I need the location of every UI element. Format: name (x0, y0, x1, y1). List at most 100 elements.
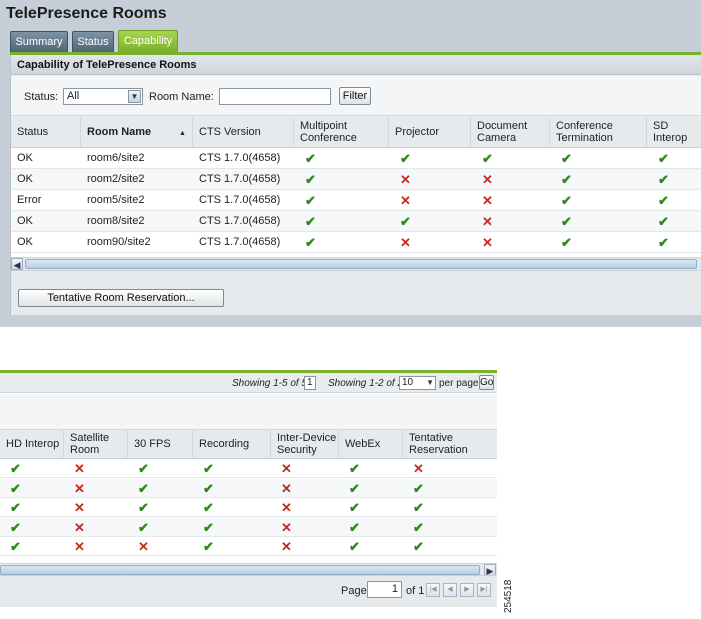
filter-bar: Status: All ▼ Room Name: Filter (11, 76, 701, 116)
scrollbar-thumb[interactable] (25, 259, 697, 269)
last-page-icon[interactable]: ▶| (477, 583, 491, 597)
first-page-icon[interactable]: |◀ (426, 583, 440, 597)
col-header-30-fps[interactable]: 30 FPS (128, 430, 193, 458)
items-count-box: 1 (304, 376, 316, 390)
cross-icon: ✕ (413, 461, 424, 476)
next-page-icon[interactable]: ▶ (460, 583, 474, 597)
room-name-cell: room2/site2 (87, 173, 145, 185)
previous-page-icon[interactable]: ◀ (443, 583, 457, 597)
col-header-document-camera[interactable]: Document Camera (471, 117, 550, 147)
page-title: TelePresence Rooms (6, 5, 167, 22)
chevron-down-icon[interactable]: ▼ (128, 90, 141, 103)
table-row[interactable]: ✔ ✕ ✔ ✔ ✕ ✔ ✔ (0, 517, 497, 537)
table-row[interactable]: Error room5/site2 CTS 1.7.0(4658) ✔ ✕ ✕ ✔ ✔ (11, 190, 701, 211)
check-icon: ✔ (658, 193, 669, 208)
check-icon: ✔ (203, 539, 214, 554)
check-icon: ✔ (305, 214, 316, 229)
room-name-label: Room Name: (149, 91, 214, 103)
top-panel: TelePresence Rooms Summary Status Capabi… (0, 0, 701, 327)
scrollbar-thumb[interactable] (0, 565, 480, 575)
table-row[interactable]: OK room2/site2 CTS 1.7.0(4658) ✔ ✕ ✕ ✔ ✔ (11, 169, 701, 190)
page-number-input[interactable]: 1 (367, 581, 402, 598)
table-row[interactable]: ✔ ✕ ✔ ✔ ✕ ✔ ✔ (0, 498, 497, 517)
page-count-label: of 1 (406, 585, 425, 597)
col-header-cts-version[interactable]: CTS Version (193, 117, 294, 147)
room-name-cell: room6/site2 (87, 152, 145, 164)
check-icon: ✔ (658, 235, 669, 250)
chevron-down-icon[interactable]: ▼ (426, 377, 434, 389)
check-icon: ✔ (413, 519, 424, 535)
cross-icon: ✕ (74, 519, 85, 535)
room-name-cell: room90/site2 (87, 236, 151, 248)
table-row[interactable]: OK room8/site2 CTS 1.7.0(4658) ✔ ✔ ✕ ✔ ✔ (11, 211, 701, 232)
col-header-multipoint[interactable]: Multipoint Conference (294, 117, 389, 147)
cross-icon: ✕ (281, 519, 292, 535)
check-icon: ✔ (349, 500, 360, 515)
table-row[interactable]: OK room6/site2 CTS 1.7.0(4658) ✔ ✔ ✔ ✔ ✔ (11, 148, 701, 169)
check-icon: ✔ (305, 235, 316, 250)
capability-panel: Capability of TelePresence Rooms Status:… (10, 55, 701, 315)
room-name-input[interactable] (219, 88, 331, 105)
check-icon: ✔ (561, 235, 572, 250)
col-header-hd-interop[interactable]: HD Interop (0, 430, 64, 458)
cts-version-cell: CTS 1.7.0(4658) (199, 236, 281, 248)
page-label: Page (341, 585, 367, 597)
check-icon: ✔ (10, 539, 21, 554)
go-button[interactable]: Go (479, 375, 494, 390)
cross-icon: ✕ (281, 461, 292, 476)
per-page-label: per page (439, 378, 479, 389)
cross-icon: ✕ (400, 235, 411, 250)
figure-id: 254518 (503, 579, 514, 613)
table-row[interactable]: ✔ ✕ ✔ ✔ ✕ ✔ ✔ (0, 478, 497, 498)
check-icon: ✔ (561, 151, 572, 166)
status-filter-label: Status: (24, 91, 59, 103)
col-header-projector[interactable]: Projector (389, 117, 471, 147)
check-icon: ✔ (658, 172, 669, 187)
col-header-sd-interop[interactable]: SD Interop (647, 117, 701, 147)
col-header-inter-device-security[interactable]: Inter-Device Security (271, 430, 339, 458)
check-icon: ✔ (349, 519, 360, 535)
check-icon: ✔ (138, 519, 149, 535)
cts-version-cell: CTS 1.7.0(4658) (199, 215, 281, 227)
horizontal-scrollbar[interactable]: ◀ (11, 257, 701, 270)
check-icon: ✔ (138, 500, 149, 515)
tab-capability[interactable]: Capability (118, 30, 178, 52)
capability-table-continued: HD Interop Satellite Room 30 FPS Recordi… (0, 430, 497, 576)
cross-icon: ✕ (281, 539, 292, 554)
status-select[interactable]: All ▼ (63, 88, 143, 105)
filter-button[interactable]: Filter (339, 87, 371, 105)
tab-status[interactable]: Status (72, 31, 114, 52)
col-header-satellite-room[interactable]: Satellite Room (64, 430, 128, 458)
cts-version-cell: CTS 1.7.0(4658) (199, 194, 281, 206)
table-row[interactable]: OK room90/site2 CTS 1.7.0(4658) ✔ ✕ ✕ ✔ ✔ (11, 232, 701, 253)
table-row[interactable]: ✔ ✕ ✔ ✔ ✕ ✔ ✕ (0, 459, 497, 478)
cross-icon: ✕ (74, 480, 85, 496)
tentative-room-reservation-button[interactable]: Tentative Room Reservation... (18, 289, 224, 307)
col-header-recording[interactable]: Recording (193, 430, 271, 458)
showing-items-text: Showing 1-5 of 5 (232, 378, 308, 389)
status-select-value: All (67, 90, 80, 102)
per-page-select[interactable]: 10 ▼ (399, 376, 436, 390)
check-icon: ✔ (561, 193, 572, 208)
cross-icon: ✕ (74, 500, 85, 515)
cross-icon: ✕ (74, 539, 85, 554)
status-cell: OK (17, 173, 33, 185)
check-icon: ✔ (305, 172, 316, 187)
check-icon: ✔ (658, 151, 669, 166)
cross-icon: ✕ (482, 193, 493, 208)
check-icon: ✔ (413, 480, 424, 496)
col-header-conference-termination[interactable]: Conference Termination (550, 117, 647, 147)
check-icon: ✔ (349, 461, 360, 476)
per-page-value: 10 (402, 377, 414, 388)
col-header-tentative-reservation[interactable]: Tentative Reservation (403, 430, 497, 458)
table-footer: Tentative Room Reservation... (11, 270, 701, 315)
scroll-left-icon[interactable]: ◀ (11, 258, 23, 270)
cts-version-cell: CTS 1.7.0(4658) (199, 152, 281, 164)
col-header-webex[interactable]: WebEx (339, 430, 403, 458)
table-header: Status Room Name ▲ CTS Version Multipoin… (11, 117, 701, 148)
tab-summary[interactable]: Summary (10, 31, 68, 52)
check-icon: ✔ (305, 151, 316, 166)
col-header-status[interactable]: Status (11, 117, 81, 147)
col-header-room-name[interactable]: Room Name ▲ (81, 117, 193, 147)
table-row[interactable]: ✔ ✕ ✕ ✔ ✕ ✔ ✔ (0, 537, 497, 556)
